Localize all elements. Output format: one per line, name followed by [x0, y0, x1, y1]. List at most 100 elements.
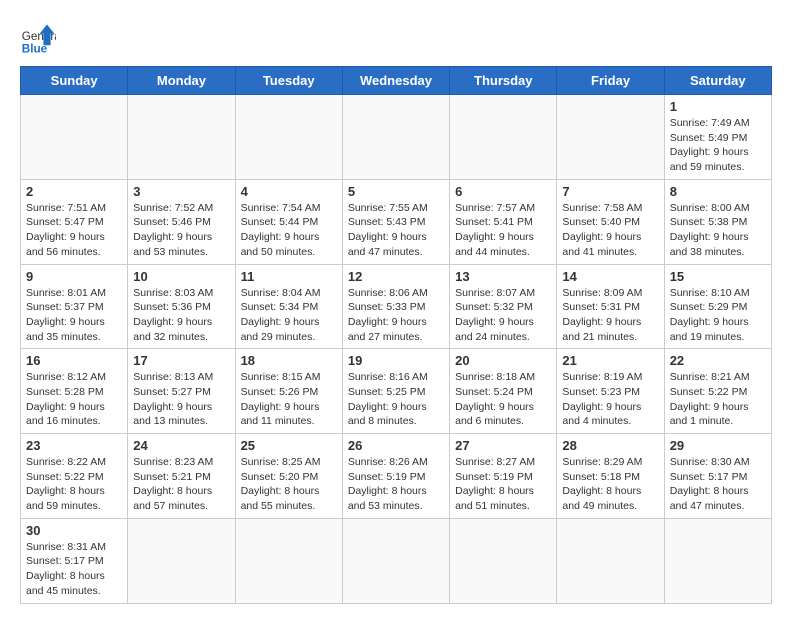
day-cell: 11Sunrise: 8:04 AMSunset: 5:34 PMDayligh…: [235, 264, 342, 349]
day-number: 13: [455, 269, 551, 284]
day-cell: 7Sunrise: 7:58 AMSunset: 5:40 PMDaylight…: [557, 179, 664, 264]
day-cell: [128, 95, 235, 180]
day-cell: 14 Sunrise: 8:09 AMSunset: 5:31 PMDayligh…: [557, 264, 664, 349]
day-number: 22: [670, 353, 766, 368]
day-cell: 6 Sunrise: 7:57 AMSunset: 5:41 PMDaylight…: [450, 179, 557, 264]
day-info: Sunrise: 7:54 AMSunset: 5:44 PMDaylight:…: [241, 201, 337, 260]
day-info: Sunrise: 8:19 AMSunset: 5:23 PMDaylight:…: [562, 370, 658, 429]
day-number: 12: [348, 269, 444, 284]
day-cell: 5 Sunrise: 7:55 AMSunset: 5:43 PMDaylight…: [342, 179, 449, 264]
day-number: 24: [133, 438, 229, 453]
day-info: Sunrise: 8:07 AMSunset: 5:32 PMDaylight:…: [455, 286, 551, 345]
day-cell: [557, 518, 664, 603]
calendar-header: SundayMondayTuesdayWednesdayThursdayFrid…: [21, 67, 772, 95]
day-number: 14: [562, 269, 658, 284]
weekday-header-sunday: Sunday: [21, 67, 128, 95]
day-cell: [235, 518, 342, 603]
day-info: Sunrise: 7:52 AMSunset: 5:46 PMDaylight:…: [133, 201, 229, 260]
header: General Blue: [20, 20, 772, 56]
logo-icon: General Blue: [20, 20, 56, 56]
day-number: 2: [26, 184, 122, 199]
day-number: 5: [348, 184, 444, 199]
day-cell: [342, 518, 449, 603]
logo: General Blue: [20, 20, 56, 56]
day-info: Sunrise: 8:00 AMSunset: 5:38 PMDaylight:…: [670, 201, 766, 260]
day-cell: 17 Sunrise: 8:13 AMSunset: 5:27 PMDayligh…: [128, 349, 235, 434]
day-info: Sunrise: 8:27 AMSunset: 5:19 PMDaylight:…: [455, 455, 551, 514]
day-cell: 3Sunrise: 7:52 AMSunset: 5:46 PMDaylight…: [128, 179, 235, 264]
day-cell: 24 Sunrise: 8:23 AMSunset: 5:21 PMDayligh…: [128, 434, 235, 519]
day-info: Sunrise: 8:09 AMSunset: 5:31 PMDaylight:…: [562, 286, 658, 345]
day-number: 19: [348, 353, 444, 368]
day-cell: 9 Sunrise: 8:01 AMSunset: 5:37 PMDaylight…: [21, 264, 128, 349]
day-number: 10: [133, 269, 229, 284]
week-row-3: 16 Sunrise: 8:12 AMSunset: 5:28 PMDayligh…: [21, 349, 772, 434]
day-info: Sunrise: 8:29 AMSunset: 5:18 PMDaylight:…: [562, 455, 658, 514]
day-number: 8: [670, 184, 766, 199]
day-info: Sunrise: 7:51 AMSunset: 5:47 PMDaylight:…: [26, 201, 122, 260]
day-number: 6: [455, 184, 551, 199]
day-info: Sunrise: 7:57 AMSunset: 5:41 PMDaylight:…: [455, 201, 551, 260]
day-number: 15: [670, 269, 766, 284]
day-info: Sunrise: 8:10 AMSunset: 5:29 PMDaylight:…: [670, 286, 766, 345]
week-row-5: 30Sunrise: 8:31 AMSunset: 5:17 PMDayligh…: [21, 518, 772, 603]
day-info: Sunrise: 8:21 AMSunset: 5:22 PMDaylight:…: [670, 370, 766, 429]
day-info: Sunrise: 7:49 AMSunset: 5:49 PMDaylight:…: [670, 116, 766, 175]
day-number: 21: [562, 353, 658, 368]
day-number: 26: [348, 438, 444, 453]
week-row-4: 23Sunrise: 8:22 AMSunset: 5:22 PMDayligh…: [21, 434, 772, 519]
day-cell: [450, 95, 557, 180]
weekday-header-tuesday: Tuesday: [235, 67, 342, 95]
day-cell: [21, 95, 128, 180]
day-info: Sunrise: 8:15 AMSunset: 5:26 PMDaylight:…: [241, 370, 337, 429]
day-number: 1: [670, 99, 766, 114]
day-cell: 20Sunrise: 8:18 AMSunset: 5:24 PMDayligh…: [450, 349, 557, 434]
day-number: 25: [241, 438, 337, 453]
weekday-header-friday: Friday: [557, 67, 664, 95]
day-cell: 21 Sunrise: 8:19 AMSunset: 5:23 PMDayligh…: [557, 349, 664, 434]
weekday-row: SundayMondayTuesdayWednesdayThursdayFrid…: [21, 67, 772, 95]
day-info: Sunrise: 7:55 AMSunset: 5:43 PMDaylight:…: [348, 201, 444, 260]
day-number: 17: [133, 353, 229, 368]
day-cell: 13 Sunrise: 8:07 AMSunset: 5:32 PMDayligh…: [450, 264, 557, 349]
calendar: SundayMondayTuesdayWednesdayThursdayFrid…: [20, 66, 772, 604]
day-cell: 19 Sunrise: 8:16 AMSunset: 5:25 PMDayligh…: [342, 349, 449, 434]
day-info: Sunrise: 8:30 AMSunset: 5:17 PMDaylight:…: [670, 455, 766, 514]
day-cell: 18 Sunrise: 8:15 AMSunset: 5:26 PMDayligh…: [235, 349, 342, 434]
day-number: 27: [455, 438, 551, 453]
day-cell: [664, 518, 771, 603]
day-cell: 15 Sunrise: 8:10 AMSunset: 5:29 PMDayligh…: [664, 264, 771, 349]
day-number: 28: [562, 438, 658, 453]
day-info: Sunrise: 8:06 AMSunset: 5:33 PMDaylight:…: [348, 286, 444, 345]
day-number: 23: [26, 438, 122, 453]
day-cell: 10 Sunrise: 8:03 AMSunset: 5:36 PMDayligh…: [128, 264, 235, 349]
day-number: 29: [670, 438, 766, 453]
day-cell: 22 Sunrise: 8:21 AMSunset: 5:22 PMDayligh…: [664, 349, 771, 434]
day-cell: 12 Sunrise: 8:06 AMSunset: 5:33 PMDayligh…: [342, 264, 449, 349]
day-info: Sunrise: 8:26 AMSunset: 5:19 PMDaylight:…: [348, 455, 444, 514]
day-cell: [342, 95, 449, 180]
day-number: 9: [26, 269, 122, 284]
day-cell: 23Sunrise: 8:22 AMSunset: 5:22 PMDayligh…: [21, 434, 128, 519]
day-info: Sunrise: 8:01 AMSunset: 5:37 PMDaylight:…: [26, 286, 122, 345]
weekday-header-wednesday: Wednesday: [342, 67, 449, 95]
day-info: Sunrise: 8:12 AMSunset: 5:28 PMDaylight:…: [26, 370, 122, 429]
day-info: Sunrise: 8:03 AMSunset: 5:36 PMDaylight:…: [133, 286, 229, 345]
day-cell: 28 Sunrise: 8:29 AMSunset: 5:18 PMDayligh…: [557, 434, 664, 519]
calendar-body: 1 Sunrise: 7:49 AMSunset: 5:49 PMDaylight…: [21, 95, 772, 604]
day-info: Sunrise: 8:23 AMSunset: 5:21 PMDaylight:…: [133, 455, 229, 514]
day-cell: 1 Sunrise: 7:49 AMSunset: 5:49 PMDaylight…: [664, 95, 771, 180]
day-number: 20: [455, 353, 551, 368]
day-number: 18: [241, 353, 337, 368]
day-cell: 29 Sunrise: 8:30 AMSunset: 5:17 PMDayligh…: [664, 434, 771, 519]
week-row-0: 1 Sunrise: 7:49 AMSunset: 5:49 PMDaylight…: [21, 95, 772, 180]
weekday-header-thursday: Thursday: [450, 67, 557, 95]
day-cell: 25Sunrise: 8:25 AMSunset: 5:20 PMDayligh…: [235, 434, 342, 519]
day-info: Sunrise: 8:16 AMSunset: 5:25 PMDaylight:…: [348, 370, 444, 429]
day-cell: [235, 95, 342, 180]
day-info: Sunrise: 8:31 AMSunset: 5:17 PMDaylight:…: [26, 540, 122, 599]
day-number: 16: [26, 353, 122, 368]
day-info: Sunrise: 8:13 AMSunset: 5:27 PMDaylight:…: [133, 370, 229, 429]
week-row-2: 9 Sunrise: 8:01 AMSunset: 5:37 PMDaylight…: [21, 264, 772, 349]
weekday-header-monday: Monday: [128, 67, 235, 95]
